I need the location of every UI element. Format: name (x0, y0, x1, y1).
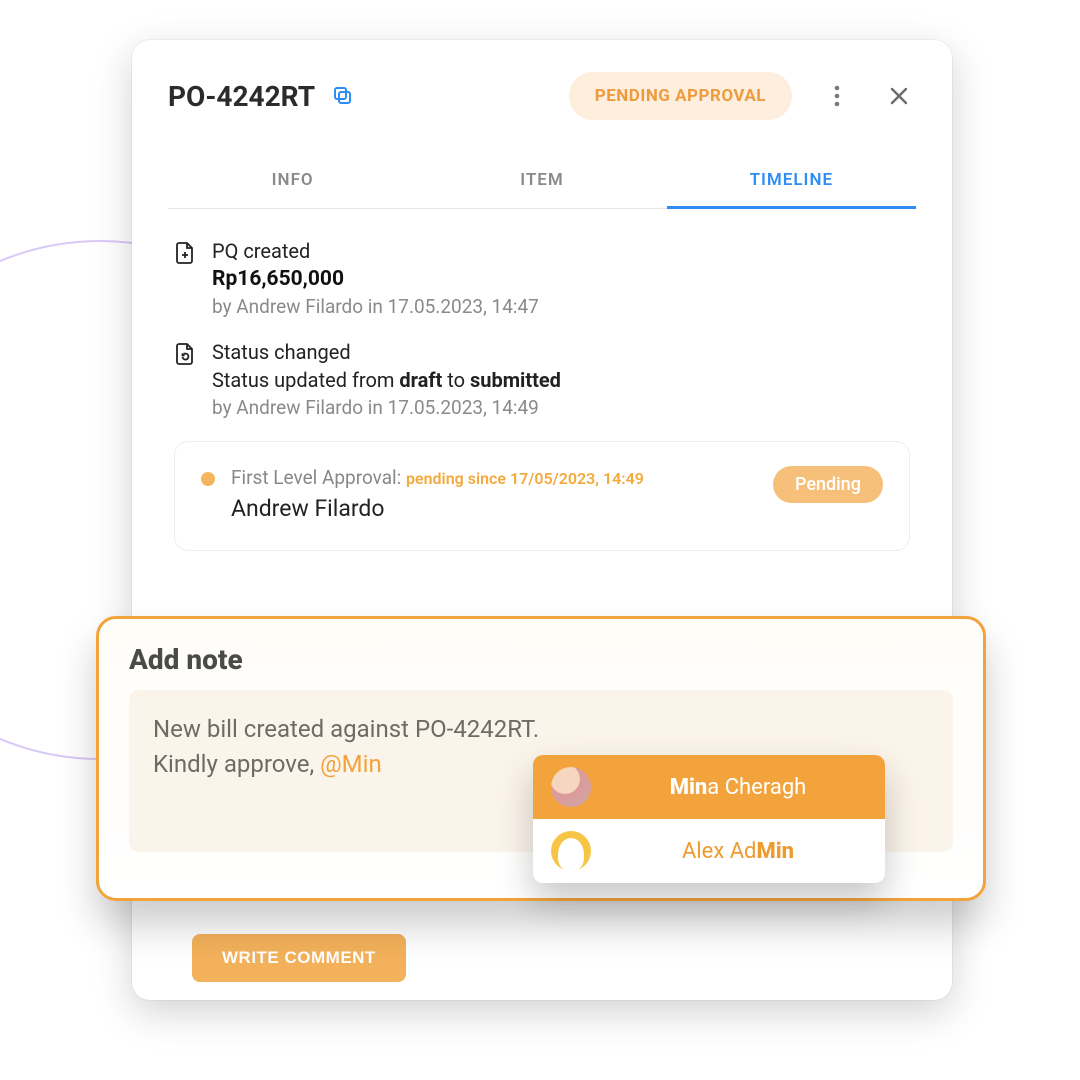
status-dot-icon (201, 472, 215, 486)
mention-1-rest: a Cheragh (707, 775, 806, 800)
mention-2-pre: Alex Ad (682, 839, 757, 864)
note-line2-pre: Kindly approve, (153, 750, 320, 778)
approval-badge: Pending (773, 466, 883, 503)
add-note-card: Add note New bill created against PO-424… (96, 616, 986, 901)
file-plus-icon (174, 241, 198, 265)
mention-2-bold: Min (756, 839, 794, 864)
timeline-list: PQ created Rp16,650,000 by Andrew Filard… (168, 209, 916, 551)
mention-option-1-label: Mina Cheragh (609, 775, 867, 800)
timeline-status-text: Status updated from draft to submitted (212, 368, 561, 392)
mention-suggestions: Mina Cheragh Alex AdMin (533, 755, 885, 883)
mention-option-2[interactable]: Alex AdMin (533, 819, 885, 883)
add-note-title: Add note (129, 643, 953, 676)
timeline-item-status: Status changed Status updated from draft… (174, 340, 910, 419)
tab-item[interactable]: ITEM (417, 156, 666, 208)
approval-since: pending since 17/05/2023, 14:49 (406, 469, 644, 488)
kebab-menu-icon[interactable] (820, 79, 854, 113)
tab-timeline[interactable]: TIMELINE (667, 156, 916, 209)
mention-option-1[interactable]: Mina Cheragh (533, 755, 885, 819)
write-comment-button[interactable]: WRITE COMMENT (192, 934, 406, 982)
mention-option-2-label: Alex AdMin (609, 839, 867, 864)
timeline-created-meta: by Andrew Filardo in 17.05.2023, 14:47 (212, 295, 539, 318)
approval-label: First Level Approval: (231, 466, 406, 489)
mention-1-bold: Min (670, 775, 708, 800)
status-to: submitted (470, 368, 561, 392)
file-refresh-icon (174, 342, 198, 366)
note-line1: New bill created against PO-4242RT. (153, 715, 539, 743)
copy-icon[interactable] (329, 82, 357, 110)
avatar-icon (551, 831, 591, 871)
approval-card: First Level Approval: pending since 17/0… (174, 441, 910, 551)
note-mention-typed: @Min (320, 750, 382, 778)
tabs: INFO ITEM TIMELINE (168, 156, 916, 209)
approval-approver: Andrew Filardo (231, 495, 644, 522)
tab-info[interactable]: INFO (168, 156, 417, 208)
timeline-created-title: PQ created (212, 239, 539, 263)
close-icon[interactable] (882, 79, 916, 113)
panel-header: PO-4242RT PENDING APPROVAL (168, 72, 916, 120)
status-text-pre: Status updated from (212, 368, 399, 392)
avatar-icon (551, 767, 591, 807)
timeline-status-title: Status changed (212, 340, 561, 364)
po-number-title: PO-4242RT (168, 80, 315, 113)
timeline-status-meta: by Andrew Filardo in 17.05.2023, 14:49 (212, 396, 561, 419)
timeline-item-created: PQ created Rp16,650,000 by Andrew Filard… (174, 239, 910, 318)
timeline-created-amount: Rp16,650,000 (212, 267, 539, 291)
approval-label-row: First Level Approval: pending since 17/0… (231, 466, 644, 489)
status-text-mid: to (442, 368, 470, 392)
status-badge: PENDING APPROVAL (569, 72, 792, 120)
status-from: draft (399, 368, 442, 392)
